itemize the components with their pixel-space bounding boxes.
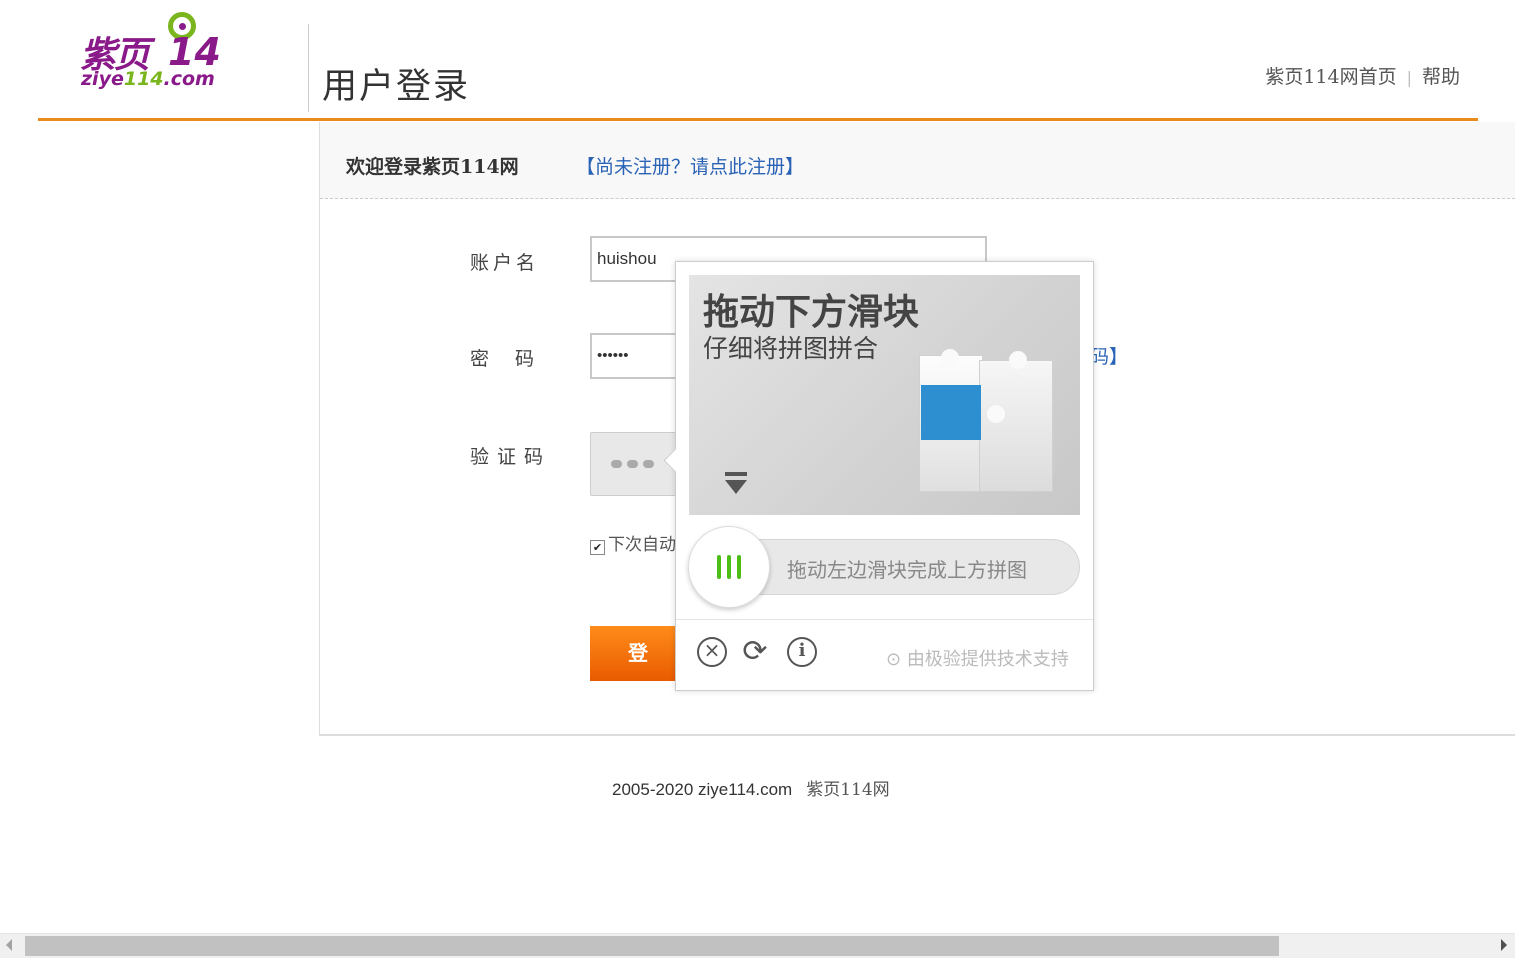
forgot-password-link[interactable]: 码】 [1090, 342, 1128, 369]
scrollbar-thumb[interactable] [25, 936, 1279, 956]
slider-hint: 拖动左边滑块完成上方拼图 [787, 558, 1027, 582]
footer-copyright: 2005-2020 ziye114.com [612, 780, 793, 799]
popup-divider [676, 619, 1093, 620]
captcha-label: 验证码 [470, 446, 552, 468]
footer-site-name: 紫页114网 [806, 780, 890, 800]
slider-handle[interactable] [688, 526, 770, 608]
welcome-bar: 欢迎登录紫页114网 【尚未注册？请点此注册】 [320, 122, 1515, 199]
refresh-icon[interactable]: ⟳ [740, 637, 770, 667]
home-link[interactable]: 紫页114网首页 [1265, 66, 1396, 88]
username-label: 账户名 [470, 252, 540, 274]
horizontal-scrollbar[interactable] [0, 933, 1515, 958]
info-icon[interactable]: i [787, 637, 817, 667]
help-link[interactable]: 帮助 [1422, 66, 1460, 88]
site-logo[interactable]: 紫页 14 ziye114.com [78, 12, 228, 94]
puzzle-pieces [919, 349, 1053, 495]
header-underline [38, 118, 1478, 121]
scroll-left-icon[interactable] [6, 939, 12, 951]
captcha-title: 拖动下方滑块 [703, 292, 920, 333]
remember-label: 下次自动 [608, 535, 676, 555]
nav-separator: | [1406, 68, 1412, 87]
footer: 2005-2020 ziye114.com 紫页114网 [612, 775, 890, 800]
logo-en-text: ziye114.com [81, 68, 215, 90]
welcome-text: 欢迎登录紫页114网 [346, 156, 519, 178]
page-title: 用户登录 [322, 67, 471, 107]
close-icon[interactable]: × [697, 637, 727, 667]
top-nav: 紫页114网首页 | 帮助 [1265, 62, 1460, 89]
header-divider [308, 24, 309, 112]
captcha-popup: 拖动下方滑块 仔细将拼图拼合 拖动左边滑块完成上方拼图 × ⟳ i ⊙ 由极验提… [663, 261, 1094, 691]
password-label: 密 码 [470, 348, 545, 370]
support-text[interactable]: ⊙ 由极验提供技术支持 [886, 645, 1069, 671]
remember-me[interactable]: ✔ 下次自动 [590, 530, 676, 555]
captcha-puzzle-image: 拖动下方滑块 仔细将拼图拼合 [689, 275, 1080, 515]
captcha-subtitle: 仔细将拼图拼合 [703, 334, 879, 363]
arrow-down-icon [725, 472, 747, 494]
loading-dots-icon [611, 460, 654, 468]
register-link[interactable]: 【尚未注册？请点此注册】 [576, 152, 804, 179]
remember-checkbox[interactable]: ✔ [590, 540, 605, 555]
scroll-right-icon[interactable] [1501, 939, 1507, 951]
puzzle-gap [921, 385, 981, 440]
